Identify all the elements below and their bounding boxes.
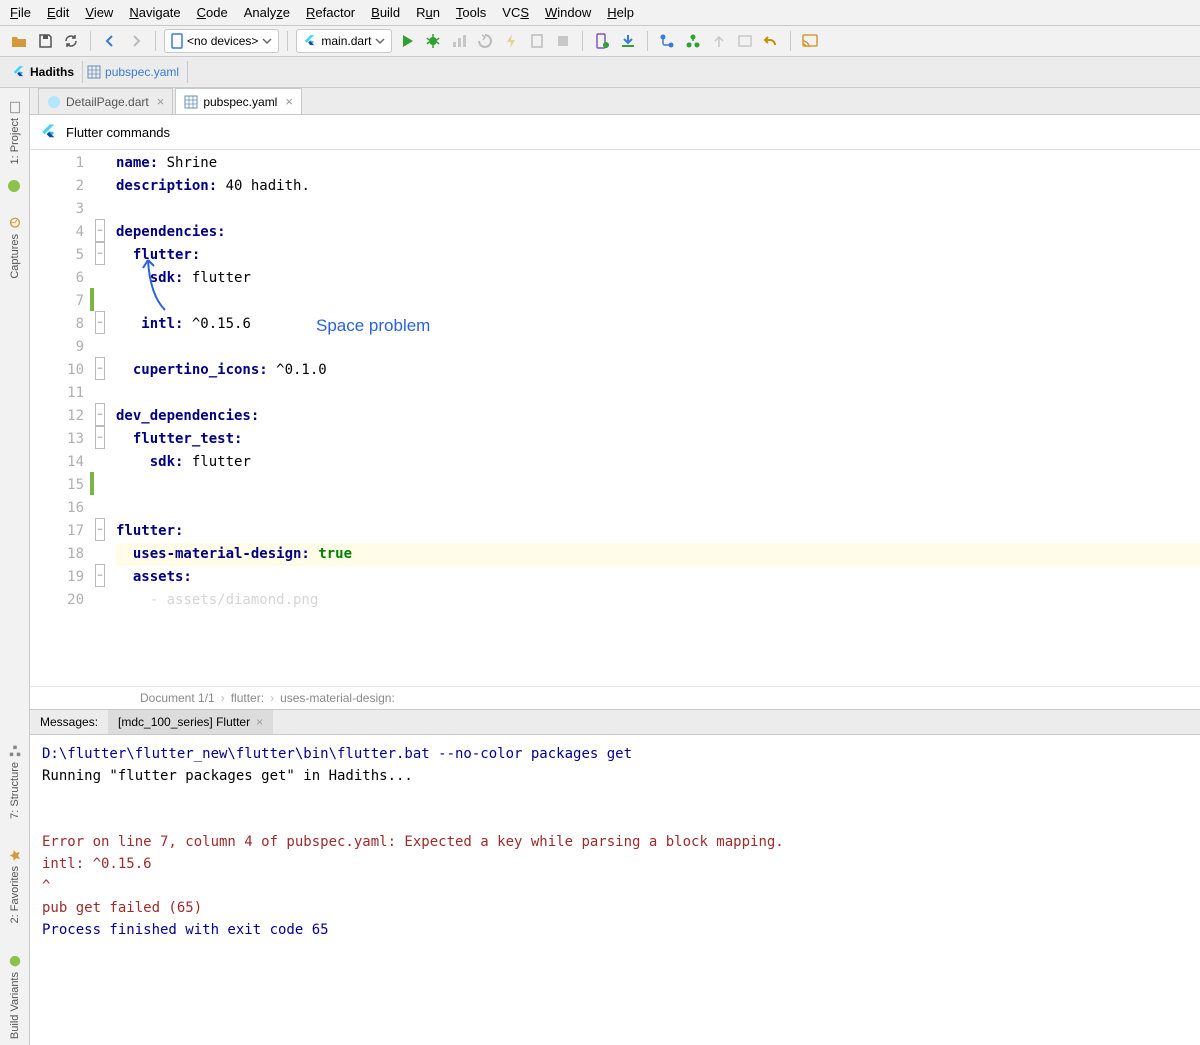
chevron-down-icon: [262, 36, 272, 46]
annotation-text: Space problem: [316, 316, 430, 336]
menu-code[interactable]: Code: [197, 5, 228, 20]
messages-console[interactable]: D:\flutter\flutter_new\flutter\bin\flutt…: [30, 735, 1200, 1045]
close-icon[interactable]: ×: [256, 715, 263, 729]
flash-button[interactable]: [500, 30, 522, 52]
attach-button[interactable]: [526, 30, 548, 52]
menu-vcs[interactable]: VCS: [502, 5, 529, 20]
undo-button[interactable]: [760, 30, 782, 52]
messages-header: Messages: [mdc_100_series] Flutter ×: [30, 709, 1200, 735]
editor-tabs: DetailPage.dart × pubspec.yaml ×: [30, 88, 1200, 115]
tab-label: pubspec.yaml: [203, 95, 277, 109]
tab-label: DetailPage.dart: [66, 95, 149, 109]
fold-column: −−−−−−−−: [92, 150, 108, 686]
messages-tab[interactable]: [mdc_100_series] Flutter ×: [108, 710, 273, 734]
sidetab-structure[interactable]: 7: Structure: [6, 738, 24, 825]
sdk-button[interactable]: [617, 30, 639, 52]
flutter-commands-label: Flutter commands: [66, 125, 170, 140]
messages-label: Messages:: [30, 710, 108, 734]
flutter-icon: [303, 34, 317, 48]
tab-pubspec[interactable]: pubspec.yaml ×: [175, 88, 302, 114]
flutter-commands-bar: Flutter commands: [30, 115, 1200, 150]
cast-button[interactable]: [799, 30, 821, 52]
breadcrumb: Hadiths pubspec.yaml: [0, 57, 1200, 88]
menu-window[interactable]: Window: [545, 5, 591, 20]
device-icon: [171, 33, 183, 49]
line-numbers: 1234567891011121314151617181920: [30, 150, 92, 686]
code-content[interactable]: Space problem name: Shrinedescription: 4…: [108, 150, 1200, 686]
menu-tools[interactable]: Tools: [456, 5, 486, 20]
sidetab-project[interactable]: 1: Project: [6, 94, 24, 170]
breadcrumb-file[interactable]: pubspec.yaml: [83, 61, 188, 83]
run-config-selector[interactable]: main.dart: [296, 29, 392, 53]
open-button[interactable]: [8, 30, 30, 52]
grid-icon: [87, 65, 101, 79]
run-button[interactable]: [396, 30, 418, 52]
main-toolbar: <no devices> main.dart: [0, 26, 1200, 57]
code-editor[interactable]: 1234567891011121314151617181920 −−−−−−−−…: [30, 150, 1200, 686]
menu-build[interactable]: Build: [371, 5, 400, 20]
profile-button[interactable]: [448, 30, 470, 52]
menu-view[interactable]: View: [85, 5, 113, 20]
hot-reload-button[interactable]: [474, 30, 496, 52]
menu-navigate[interactable]: Navigate: [129, 5, 180, 20]
breadcrumb-file-label: pubspec.yaml: [105, 65, 179, 79]
flutter-icon: [40, 123, 58, 141]
grid-icon: [184, 95, 198, 109]
flutter-icon: [12, 65, 26, 79]
left-tool-tabs: 1: Project Captures 7: Structure 2: Favo…: [0, 88, 30, 1045]
forward-button[interactable]: [125, 30, 147, 52]
breadcrumb-project-label: Hadiths: [30, 65, 74, 79]
close-icon[interactable]: ×: [157, 94, 165, 109]
editor-status-breadcrumb: Document 1/1›flutter:›uses-material-desi…: [30, 686, 1200, 709]
menu-file[interactable]: File: [10, 5, 31, 20]
save-all-button[interactable]: [34, 30, 56, 52]
stop-button[interactable]: [552, 30, 574, 52]
menu-help[interactable]: Help: [607, 5, 634, 20]
close-icon[interactable]: ×: [285, 94, 293, 109]
menu-run[interactable]: Run: [416, 5, 440, 20]
back-button[interactable]: [99, 30, 121, 52]
avd-button[interactable]: [591, 30, 613, 52]
vcs-history-button[interactable]: [734, 30, 756, 52]
run-config-label: main.dart: [321, 34, 371, 48]
menu-analyze[interactable]: Analyze: [244, 5, 290, 20]
sidetab-captures[interactable]: Captures: [6, 210, 24, 285]
menu-bar: File Edit View Navigate Code Analyze Ref…: [0, 0, 1200, 26]
menu-refactor[interactable]: Refactor: [306, 5, 355, 20]
vcs-commit-button[interactable]: [682, 30, 704, 52]
breadcrumb-project[interactable]: Hadiths: [8, 61, 83, 83]
sync-button[interactable]: [60, 30, 82, 52]
android-icon[interactable]: [8, 178, 22, 192]
sidetab-favorites[interactable]: 2: Favorites: [6, 842, 24, 929]
arrow-annotation: [140, 255, 170, 315]
debug-button[interactable]: [422, 30, 444, 52]
tab-detailpage[interactable]: DetailPage.dart ×: [38, 88, 173, 114]
vcs-push-button[interactable]: [708, 30, 730, 52]
menu-edit[interactable]: Edit: [47, 5, 69, 20]
vcs-update-button[interactable]: [656, 30, 678, 52]
messages-tab-label: [mdc_100_series] Flutter: [118, 715, 250, 729]
sidetab-build-variants[interactable]: Build Variants: [6, 948, 24, 1045]
chevron-down-icon: [375, 36, 385, 46]
dart-file-icon: [47, 95, 61, 109]
device-selector[interactable]: <no devices>: [164, 29, 279, 53]
device-label: <no devices>: [187, 34, 258, 48]
